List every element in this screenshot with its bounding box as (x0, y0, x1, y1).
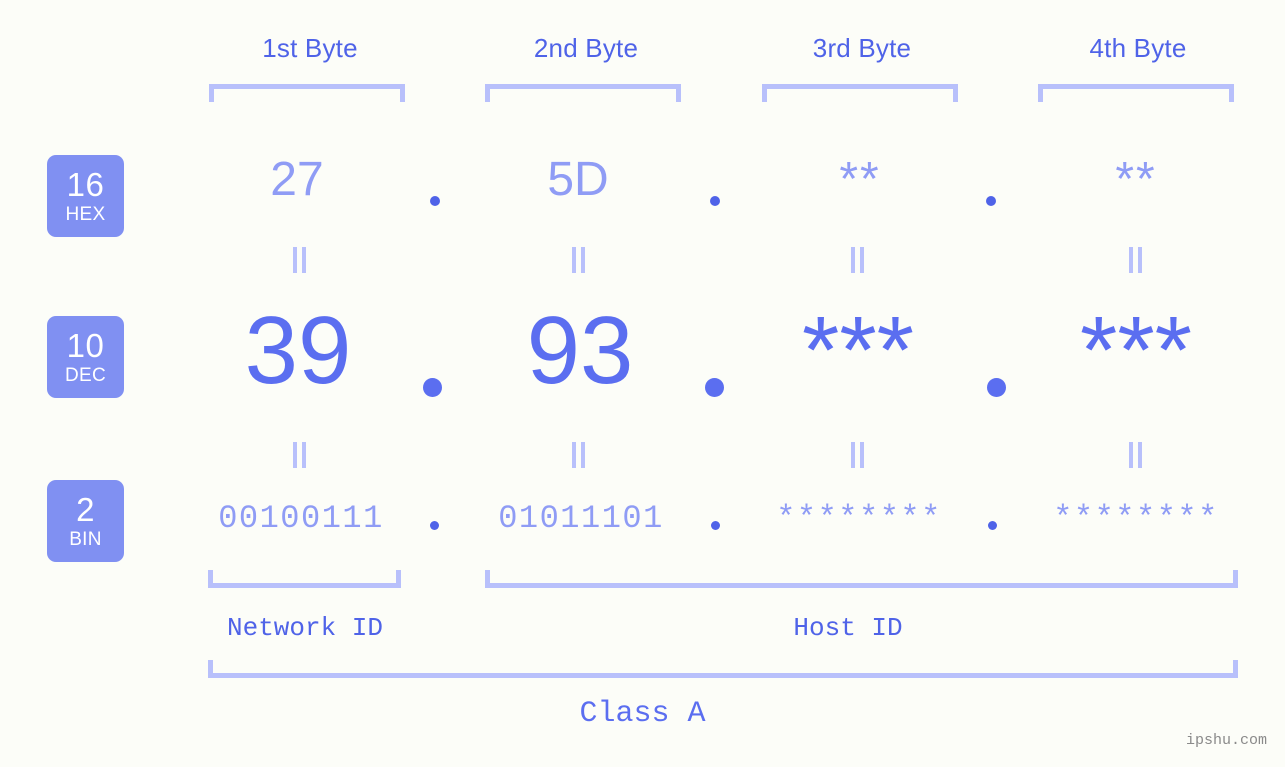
hex-separator-3 (986, 196, 996, 206)
site-watermark: ipshu.com (1185, 732, 1267, 749)
hex-byte-3: ** (839, 153, 881, 206)
bin-separator-3 (988, 521, 997, 530)
equals-connector-dec-bin-1 (293, 442, 307, 468)
hex-byte-4: ** (1115, 153, 1157, 206)
bin-byte-4: ******** (1053, 500, 1219, 537)
base-badge-hex-number: 16 (66, 166, 105, 203)
base-badge-hex-label: HEX (65, 204, 106, 225)
base-badge-dec-number: 10 (66, 327, 105, 364)
byte-header-3: 3rd Byte (812, 33, 912, 63)
hex-separator-2 (710, 196, 720, 206)
bin-separator-2 (711, 521, 720, 530)
bin-byte-1: 00100111 (218, 500, 384, 537)
hex-separator-1 (430, 196, 440, 206)
host-id-bracket (485, 570, 1238, 588)
base-badge-dec: 10 DEC (47, 316, 124, 398)
byte-bracket-1 (209, 84, 405, 102)
ip-address-breakdown-diagram: 1st Byte 2nd Byte 3rd Byte 4th Byte 16 H… (0, 0, 1285, 767)
equals-connector-hex-dec-1 (293, 247, 307, 273)
base-badge-bin-label: BIN (69, 529, 102, 550)
byte-header-4: 4th Byte (1089, 33, 1187, 63)
class-bracket (208, 660, 1238, 678)
base-badge-dec-label: DEC (64, 365, 106, 386)
dec-byte-3: *** (801, 297, 915, 404)
network-id-bracket (208, 570, 401, 588)
byte-header-1: 1st Byte (262, 33, 358, 63)
equals-connector-hex-dec-4 (1129, 247, 1143, 273)
bin-separator-1 (430, 521, 439, 530)
equals-connector-hex-dec-3 (851, 247, 865, 273)
byte-header-2: 2nd Byte (533, 33, 639, 63)
dec-byte-4: *** (1079, 297, 1193, 404)
dec-separator-3 (987, 378, 1006, 397)
bin-byte-2: 01011101 (498, 500, 664, 537)
base-badge-bin-number: 2 (76, 491, 95, 528)
dec-separator-2 (705, 378, 724, 397)
byte-bracket-2 (485, 84, 681, 102)
class-label: Class A (579, 697, 706, 731)
byte-bracket-3 (762, 84, 958, 102)
equals-connector-hex-dec-2 (572, 247, 586, 273)
byte-bracket-4 (1038, 84, 1234, 102)
base-badge-bin: 2 BIN (47, 480, 124, 562)
hex-byte-2: 5D (547, 153, 609, 206)
equals-connector-dec-bin-3 (851, 442, 865, 468)
host-id-label: Host ID (793, 613, 903, 643)
dec-separator-1 (423, 378, 442, 397)
equals-connector-dec-bin-4 (1129, 442, 1143, 468)
dec-byte-1: 39 (244, 297, 352, 404)
dec-byte-2: 93 (526, 297, 634, 404)
base-badge-hex: 16 HEX (47, 155, 124, 237)
equals-connector-dec-bin-2 (572, 442, 586, 468)
network-id-label: Network ID (226, 613, 384, 643)
bin-byte-3: ******** (776, 500, 942, 537)
hex-byte-1: 27 (270, 153, 324, 206)
